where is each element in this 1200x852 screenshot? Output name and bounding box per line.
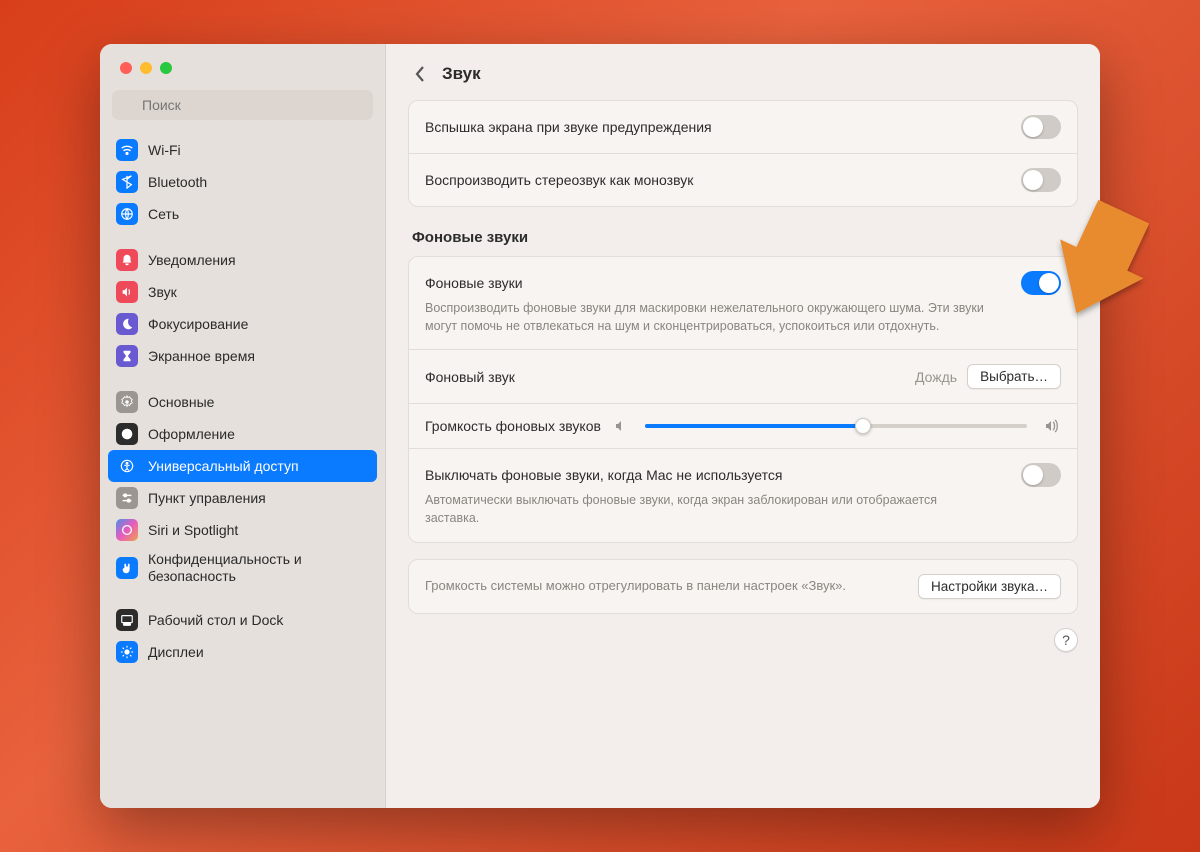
sidebar-item-label: Siri и Spotlight xyxy=(148,522,238,538)
toggle-off-when-idle[interactable] xyxy=(1021,463,1061,487)
choose-sound-button[interactable]: Выбрать… xyxy=(967,364,1061,389)
moon-icon xyxy=(116,313,138,335)
sidebar-item-label: Дисплеи xyxy=(148,644,204,660)
row-label: Вспышка экрана при звуке предупреждения xyxy=(425,119,712,135)
toggle-flash-screen[interactable] xyxy=(1021,115,1061,139)
sidebar-item-label: Сеть xyxy=(148,206,179,222)
close-button[interactable] xyxy=(120,62,132,74)
search-input[interactable] xyxy=(112,90,373,120)
sidebar: Wi-Fi Bluetooth Сеть Уведомления Звук Фо… xyxy=(100,44,386,808)
sidebar-item-label: Конфиденциальность и безопасность xyxy=(148,551,369,585)
row-bg-sounds-master: Фоновые звуки Воспроизводить фоновые зву… xyxy=(409,257,1077,349)
siri-icon xyxy=(116,519,138,541)
hourglass-icon xyxy=(116,345,138,367)
volume-low-icon xyxy=(613,418,629,434)
row-bg-sound-choice: Фоновый звук Дождь Выбрать… xyxy=(409,349,1077,403)
toggle-mono-audio[interactable] xyxy=(1021,168,1061,192)
chevron-left-icon xyxy=(414,65,426,83)
sidebar-item-notifications[interactable]: Уведомления xyxy=(108,244,377,276)
sidebar-item-wifi[interactable]: Wi-Fi xyxy=(108,134,377,166)
row-label: Воспроизводить стереозвук как монозвук xyxy=(425,172,693,188)
sidebar-item-sound[interactable]: Звук xyxy=(108,276,377,308)
volume-high-icon xyxy=(1043,418,1061,434)
sidebar-list: Wi-Fi Bluetooth Сеть Уведомления Звук Фо… xyxy=(100,132,385,808)
row-label: Громкость фоновых звуков xyxy=(425,418,601,434)
sidebar-item-label: Пункт управления xyxy=(148,490,266,506)
globe-icon xyxy=(116,203,138,225)
settings-window: Wi-Fi Bluetooth Сеть Уведомления Звук Фо… xyxy=(100,44,1100,808)
sidebar-item-label: Основные xyxy=(148,394,214,410)
sidebar-item-privacy[interactable]: Конфиденциальность и безопасность xyxy=(108,546,377,590)
sidebar-item-screentime[interactable]: Экранное время xyxy=(108,340,377,372)
footer-text: Громкость системы можно отрегулировать в… xyxy=(425,577,846,595)
appearance-icon xyxy=(116,423,138,445)
gear-icon xyxy=(116,391,138,413)
header: Звук xyxy=(408,44,1078,100)
sliders-icon xyxy=(116,487,138,509)
sidebar-item-accessibility[interactable]: Универсальный доступ xyxy=(108,450,377,482)
page-title: Звук xyxy=(442,64,481,84)
accessibility-icon xyxy=(116,455,138,477)
row-off-when-idle: Выключать фоновые звуки, когда Mac не ис… xyxy=(409,448,1077,541)
speaker-icon xyxy=(116,281,138,303)
dock-icon xyxy=(116,609,138,631)
row-description: Автоматически выключать фоновые звуки, к… xyxy=(425,491,985,527)
sidebar-item-network[interactable]: Сеть xyxy=(108,198,377,230)
display-icon xyxy=(116,641,138,663)
sidebar-item-displays[interactable]: Дисплеи xyxy=(108,636,377,668)
card-bg-sounds: Фоновые звуки Воспроизводить фоновые зву… xyxy=(408,256,1078,543)
sidebar-item-label: Универсальный доступ xyxy=(148,458,299,474)
row-label: Фоновый звук xyxy=(425,369,515,385)
sidebar-item-label: Уведомления xyxy=(148,252,236,268)
main-panel: Звук Вспышка экрана при звуке предупрежд… xyxy=(386,44,1100,808)
row-label: Выключать фоновые звуки, когда Mac не ис… xyxy=(425,467,782,483)
sidebar-item-control-center[interactable]: Пункт управления xyxy=(108,482,377,514)
back-button[interactable] xyxy=(408,62,432,86)
help-button[interactable]: ? xyxy=(1054,628,1078,652)
sidebar-item-general[interactable]: Основные xyxy=(108,386,377,418)
sound-settings-button[interactable]: Настройки звука… xyxy=(918,574,1061,599)
bell-icon xyxy=(116,249,138,271)
sidebar-item-focus[interactable]: Фокусирование xyxy=(108,308,377,340)
row-description: Воспроизводить фоновые звуки для маскиро… xyxy=(425,299,985,335)
volume-slider[interactable] xyxy=(645,424,1027,428)
row-bg-volume: Громкость фоновых звуков xyxy=(409,403,1077,448)
toggle-bg-sounds[interactable] xyxy=(1021,271,1061,295)
sidebar-item-desktop-dock[interactable]: Рабочий стол и Dock xyxy=(108,604,377,636)
sidebar-item-label: Рабочий стол и Dock xyxy=(148,612,283,628)
hand-icon xyxy=(116,557,138,579)
sidebar-item-bluetooth[interactable]: Bluetooth xyxy=(108,166,377,198)
sidebar-item-siri[interactable]: Siri и Spotlight xyxy=(108,514,377,546)
sidebar-item-label: Экранное время xyxy=(148,348,255,364)
row-flash-screen: Вспышка экрана при звуке предупреждения xyxy=(409,101,1077,153)
sidebar-item-label: Wi-Fi xyxy=(148,142,181,158)
sidebar-item-label: Звук xyxy=(148,284,177,300)
minimize-button[interactable] xyxy=(140,62,152,74)
wifi-icon xyxy=(116,139,138,161)
sidebar-item-label: Bluetooth xyxy=(148,174,207,190)
window-controls xyxy=(100,44,385,84)
sidebar-item-label: Оформление xyxy=(148,426,235,442)
row-mono-audio: Воспроизводить стереозвук как монозвук xyxy=(409,153,1077,206)
row-label: Фоновые звуки xyxy=(425,275,523,291)
sidebar-item-label: Фокусирование xyxy=(148,316,248,332)
section-title-bg-sounds: Фоновые звуки xyxy=(408,207,1078,256)
sidebar-item-appearance[interactable]: Оформление xyxy=(108,418,377,450)
maximize-button[interactable] xyxy=(160,62,172,74)
bluetooth-icon xyxy=(116,171,138,193)
current-sound-value: Дождь xyxy=(915,369,957,385)
card-system-volume-link: Громкость системы можно отрегулировать в… xyxy=(408,559,1078,614)
card-alerts: Вспышка экрана при звуке предупреждения … xyxy=(408,100,1078,207)
